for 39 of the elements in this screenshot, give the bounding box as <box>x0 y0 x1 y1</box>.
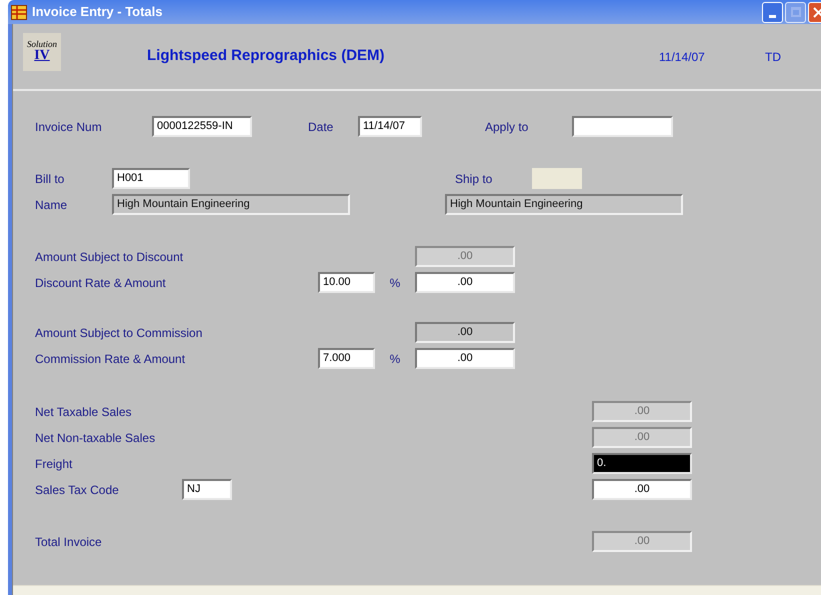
input-field[interactable]: 11/14/07 <box>358 116 422 137</box>
percent-sign: % <box>390 350 400 368</box>
minimize-button[interactable] <box>762 2 783 22</box>
field-label: Amount Subject to Commission <box>35 326 202 340</box>
input-field[interactable]: 0000122559-IN <box>152 116 252 137</box>
input-field[interactable]: High Mountain Engineering <box>112 194 350 215</box>
user-initials: TD <box>765 48 781 66</box>
input-field[interactable]: NJ <box>182 479 232 500</box>
field-label: Commission Rate & Amount <box>35 352 186 366</box>
input-field[interactable]: .00 <box>592 479 692 500</box>
field-label: Amount Subject to Discount <box>35 250 184 264</box>
field-label: Name <box>35 198 68 212</box>
input-field[interactable]: H001 <box>112 168 190 189</box>
field-label: Net Non-taxable Sales <box>35 430 156 444</box>
field-label: Date <box>308 120 334 134</box>
input-field[interactable]: .00 <box>415 322 515 343</box>
input-field[interactable]: 10.00 <box>318 272 375 293</box>
input-field[interactable]: .00 <box>415 272 515 293</box>
percent-sign: % <box>390 274 400 292</box>
company-name: Lightspeed Reprographics (DEM) <box>147 46 386 66</box>
table-icon <box>11 4 27 20</box>
field-label: Total Invoice <box>35 534 102 548</box>
field-label: Sales Tax Code <box>35 482 119 496</box>
logo: Solution IV <box>23 32 61 70</box>
input-field[interactable]: 0. <box>592 453 692 474</box>
window-title: Invoice Entry - Totals <box>32 3 163 22</box>
header-date: 11/14/07 <box>659 48 706 66</box>
input-field[interactable]: High Mountain Engineering <box>445 194 683 215</box>
input-field[interactable]: 7.000 <box>318 348 375 369</box>
field-label: Ship to <box>455 172 492 186</box>
input-field[interactable] <box>572 116 673 137</box>
field-label: Invoice Num <box>35 120 102 134</box>
field-label: Discount Rate & Amount <box>35 276 166 290</box>
field-label: Net Taxable Sales <box>35 404 132 418</box>
field-label: Bill to <box>35 172 64 186</box>
field-label: Freight <box>35 456 72 470</box>
close-icon <box>813 6 821 18</box>
input-field[interactable]: .00 <box>415 348 515 369</box>
field-label: Apply to <box>485 120 528 134</box>
